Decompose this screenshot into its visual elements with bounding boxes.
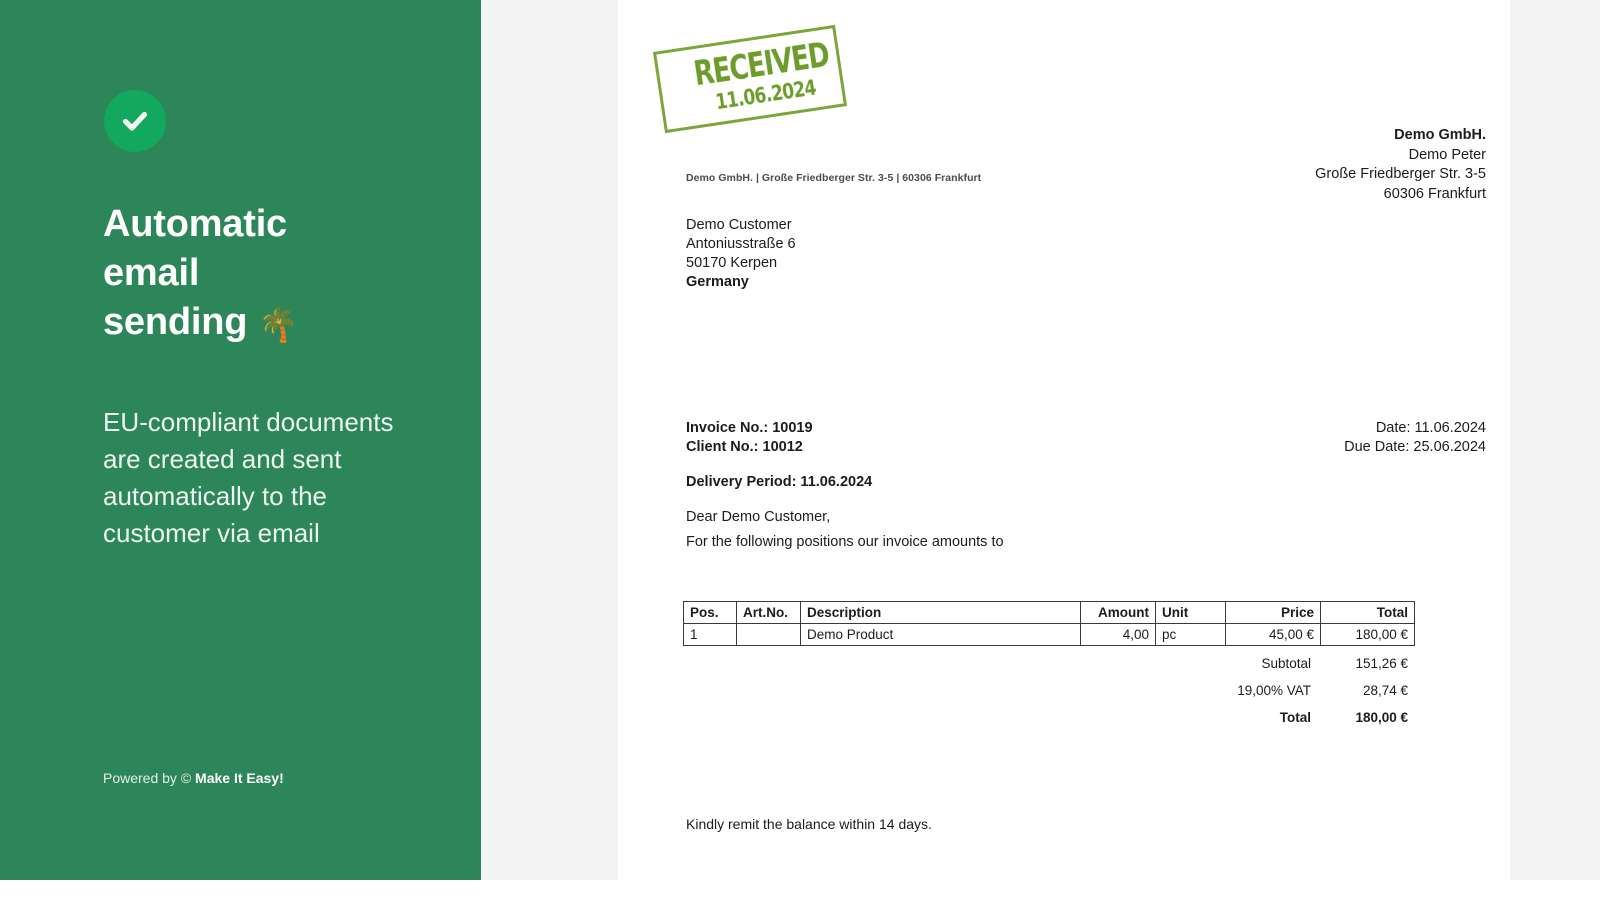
client-number-row: Client No.: 10012 — [686, 438, 813, 457]
vat-value: 28,74 € — [1362, 683, 1408, 698]
vat-label: 19,00% VAT — [1237, 683, 1311, 698]
page-root: Automatic email sending 🌴 EU-compliant d… — [0, 0, 1600, 900]
intro-line: For the following positions our invoice … — [686, 534, 1004, 550]
recipient-street: Antoniusstraße 6 — [686, 236, 796, 252]
promo-title-line3: sending — [103, 301, 248, 343]
header-description: Description — [800, 601, 1081, 624]
header-price: Price — [1225, 601, 1321, 624]
promo-footer: Powered by © Make It Easy! — [103, 770, 284, 786]
recipient-address-block: Demo Customer Antoniusstraße 6 50170 Ker… — [686, 216, 796, 292]
invoice-number-value: 10019 — [772, 420, 813, 436]
invoice-due-date: Due Date: 25.06.2024 — [1344, 439, 1486, 455]
salutation-line: Dear Demo Customer, — [686, 509, 831, 525]
palm-tree-icon: 🌴 — [257, 306, 299, 343]
promo-title: Automatic email sending 🌴 — [103, 200, 433, 349]
client-number-value: 10012 — [762, 439, 803, 455]
total-value: 180,00 € — [1355, 710, 1408, 725]
totals-row-vat: 19,00% VAT 28,74 € — [683, 677, 1414, 704]
invoice-number-label: Invoice No.: — [686, 420, 773, 436]
delivery-period: Delivery Period: 11.06.2024 — [686, 474, 873, 490]
totals-row-subtotal: Subtotal 151,26 € — [683, 650, 1414, 677]
cell-price: 45,00 € — [1225, 623, 1321, 646]
issuer-name: Demo GmbH. — [1394, 127, 1486, 143]
invoice-document: RECEIVED 11.06.2024 Demo GmbH. | Große F… — [618, 0, 1510, 900]
received-stamp: RECEIVED 11.06.2024 — [652, 24, 848, 134]
total-label: Total — [1279, 710, 1311, 725]
header-artno: Art.No. — [736, 601, 801, 624]
invoice-identifiers: Invoice No.: 10019 Client No.: 10012 — [686, 419, 813, 457]
recipient-city: 50170 Kerpen — [686, 255, 778, 271]
cell-pos: 1 — [683, 623, 737, 646]
promo-panel: Automatic email sending 🌴 EU-compliant d… — [0, 0, 481, 880]
line-items-table: Pos. Art.No. Description Amount Unit Pri… — [683, 601, 1415, 646]
sender-return-address: Demo GmbH. | Große Friedberger Str. 3-5 … — [686, 172, 982, 184]
promo-footer-prefix: Powered by © — [103, 770, 196, 786]
header-pos: Pos. — [683, 601, 737, 624]
cell-description: Demo Product — [800, 623, 1081, 646]
header-unit: Unit — [1155, 601, 1226, 624]
letter-body: Dear Demo Customer, For the following po… — [686, 505, 1004, 555]
table-row: 1 Demo Product 4,00 pc 45,00 € 180,00 € — [683, 623, 1415, 646]
cell-artno — [736, 623, 801, 646]
recipient-country: Germany — [686, 274, 749, 290]
table-header-row: Pos. Art.No. Description Amount Unit Pri… — [683, 601, 1415, 624]
subtotal-value: 151,26 € — [1355, 656, 1408, 671]
cell-total: 180,00 € — [1320, 623, 1415, 646]
issuer-street: Große Friedberger Str. 3-5 — [1315, 166, 1486, 182]
totals-block: Subtotal 151,26 € 19,00% VAT 28,74 € Tot… — [683, 650, 1414, 731]
invoice-dates: Date: 11.06.2024 Due Date: 25.06.2024 — [1344, 419, 1486, 457]
payment-terms-note: Kindly remit the balance within 14 days. — [686, 816, 932, 832]
client-number-label: Client No.: — [686, 439, 763, 455]
recipient-name: Demo Customer — [686, 217, 792, 233]
issuer-city: 60306 Frankfurt — [1383, 185, 1486, 202]
check-circle-icon — [104, 90, 166, 152]
promo-description: EU-compliant documents are created and s… — [103, 407, 394, 548]
promo-footer-brand: Make It Easy! — [195, 770, 284, 786]
totals-row-total: Total 180,00 € — [683, 704, 1414, 731]
header-total: Total — [1320, 601, 1415, 624]
cell-amount: 4,00 — [1080, 623, 1156, 646]
promo-title-line1: Automatic — [103, 203, 287, 245]
subtotal-label: Subtotal — [1261, 656, 1311, 671]
header-amount: Amount — [1080, 601, 1156, 624]
promo-title-line2: email — [103, 252, 200, 294]
invoice-date: Date: 11.06.2024 — [1375, 420, 1486, 436]
invoice-number-row: Invoice No.: 10019 — [686, 419, 813, 438]
issuer-contact: Demo Peter — [1408, 146, 1486, 163]
issuer-address-block: Demo GmbH. Demo Peter Große Friedberger … — [1315, 126, 1486, 204]
cell-unit: pc — [1155, 623, 1226, 646]
